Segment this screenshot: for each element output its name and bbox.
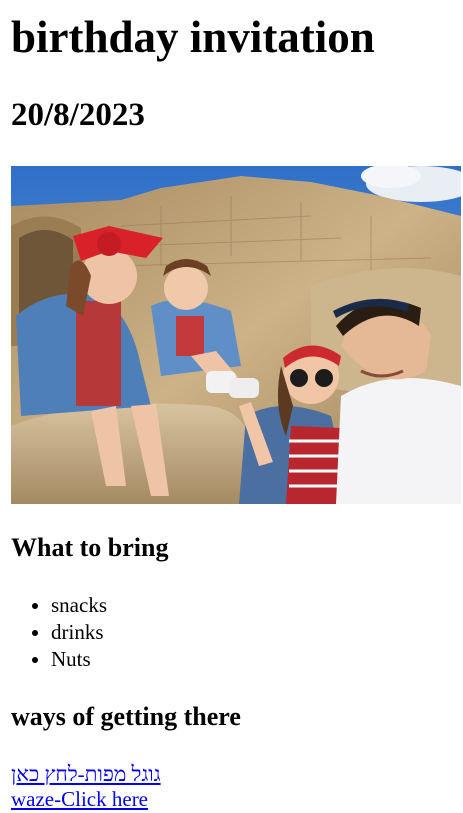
list-item: Nuts xyxy=(51,646,107,673)
list-item: snacks xyxy=(51,592,107,619)
google-maps-link[interactable]: גוגל מפות-לחץ כאן xyxy=(11,761,161,788)
directions-heading: ways of getting there xyxy=(11,702,241,731)
what-to-bring-heading: What to bring xyxy=(11,533,169,562)
waze-link[interactable]: waze-Click here xyxy=(11,786,148,813)
bring-list: snacks drinks Nuts xyxy=(51,592,107,673)
event-date: 20/8/2023 xyxy=(11,97,145,133)
family-photo xyxy=(11,166,461,504)
page-title: birthday invitation xyxy=(11,12,375,62)
list-item: drinks xyxy=(51,619,107,646)
